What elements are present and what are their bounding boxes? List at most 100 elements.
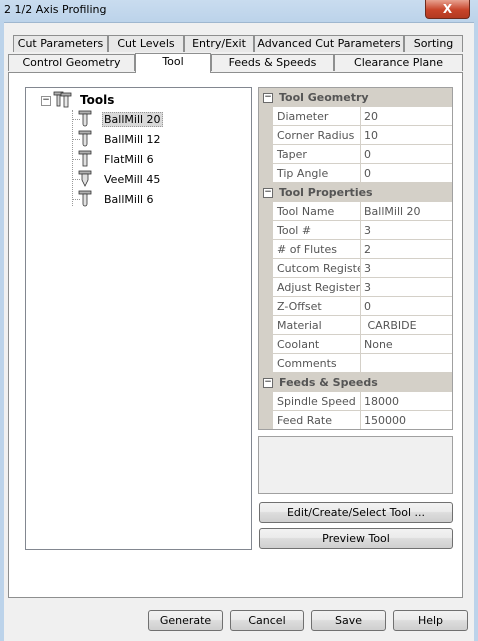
property-value[interactable]: 3 xyxy=(361,278,452,297)
help-button[interactable]: Help xyxy=(393,610,468,631)
veemill-icon xyxy=(77,170,93,188)
tab-control-geometry[interactable]: Control Geometry xyxy=(8,54,135,71)
tab-tool[interactable]: Tool xyxy=(135,53,211,73)
property-value[interactable]: None xyxy=(361,335,452,354)
property-name: Z-Offset xyxy=(273,297,361,316)
tab-clearance-plane[interactable]: Clearance Plane xyxy=(334,54,463,71)
property-value[interactable]: 0 xyxy=(361,145,452,164)
tools-folder-icon xyxy=(53,91,73,109)
property-name: Material xyxy=(273,316,361,335)
window-frame-right xyxy=(474,22,478,641)
property-value[interactable]: 0 xyxy=(361,164,452,183)
grid-gutter xyxy=(259,354,273,373)
grid-gutter xyxy=(259,164,273,183)
property-material[interactable]: Material CARBIDE xyxy=(259,316,452,335)
property-value[interactable]: BallMill 20 xyxy=(361,202,452,221)
property-tool-name[interactable]: Tool Name BallMill 20 xyxy=(259,202,452,221)
tree-item-label: BallMill 6 xyxy=(104,193,154,206)
property-diameter[interactable]: Diameter 20 xyxy=(259,107,452,126)
preview-tool-button[interactable]: Preview Tool xyxy=(259,528,453,549)
property-value[interactable] xyxy=(361,354,452,373)
property-taper[interactable]: Taper 0 xyxy=(259,145,452,164)
property-value[interactable]: 3 xyxy=(361,221,452,240)
grid-gutter xyxy=(259,278,273,297)
tree-item-label: BallMill 20 xyxy=(102,112,163,127)
collapse-toggle[interactable]: − xyxy=(41,96,51,106)
collapse-icon[interactable]: − xyxy=(263,188,273,198)
category-tool-properties[interactable]: − Tool Properties xyxy=(259,183,452,202)
window-title: 2 1/2 Axis Profiling xyxy=(4,3,107,16)
property-flutes[interactable]: # of Flutes 2 xyxy=(259,240,452,259)
tab-cut-levels[interactable]: Cut Levels xyxy=(108,35,184,52)
property-name: # of Flutes xyxy=(273,240,361,259)
grid-gutter xyxy=(259,316,273,335)
property-value[interactable]: 0 xyxy=(361,297,452,316)
property-coolant[interactable]: Coolant None xyxy=(259,335,452,354)
tree-item-label: FlatMill 6 xyxy=(104,153,154,166)
property-value[interactable]: 150000 xyxy=(361,411,452,429)
grid-gutter xyxy=(259,411,273,429)
ballmill-icon xyxy=(77,130,93,148)
property-name: Cutcom Registe xyxy=(273,259,361,278)
property-value[interactable]: 20 xyxy=(361,107,452,126)
property-cutcom-register[interactable]: Cutcom Registe 3 xyxy=(259,259,452,278)
collapse-icon[interactable]: − xyxy=(263,378,273,388)
property-tip-angle[interactable]: Tip Angle 0 xyxy=(259,164,452,183)
grid-gutter xyxy=(259,297,273,316)
tab-sorting[interactable]: Sorting xyxy=(404,35,463,52)
category-label: Feeds & Speeds xyxy=(279,376,378,389)
property-name: Tip Angle xyxy=(273,164,361,183)
category-label: Tool Properties xyxy=(279,186,373,199)
ballmill-icon xyxy=(77,190,93,208)
grid-gutter xyxy=(259,221,273,240)
category-feeds-speeds[interactable]: − Feeds & Speeds xyxy=(259,373,452,392)
tree-item-label: BallMill 12 xyxy=(104,133,161,146)
tab-entry-exit[interactable]: Entry/Exit xyxy=(184,35,254,52)
property-value[interactable]: 3 xyxy=(361,259,452,278)
grid-gutter xyxy=(259,335,273,354)
tree-connector xyxy=(72,110,73,206)
property-value[interactable]: 18000 xyxy=(361,392,452,411)
tool-tree[interactable]: − Tools BallMill 20 BallMill 12 FlatMill… xyxy=(25,87,252,550)
property-adjust-register[interactable]: Adjust Register 3 xyxy=(259,278,452,297)
property-name: Comments xyxy=(273,354,361,373)
property-value[interactable]: 2 xyxy=(361,240,452,259)
property-z-offset[interactable]: Z-Offset 0 xyxy=(259,297,452,316)
property-value[interactable]: CARBIDE xyxy=(361,316,452,335)
property-corner-radius[interactable]: Corner Radius 10 xyxy=(259,126,452,145)
property-name: Corner Radius xyxy=(273,126,361,145)
edit-create-select-tool-button[interactable]: Edit/Create/Select Tool ... xyxy=(259,502,453,523)
tree-item-label: VeeMill 45 xyxy=(104,173,161,186)
collapse-icon[interactable]: − xyxy=(263,93,273,103)
cancel-button[interactable]: Cancel xyxy=(230,610,304,631)
property-feed-rate[interactable]: Feed Rate 150000 xyxy=(259,411,452,429)
close-button[interactable]: X xyxy=(425,0,470,19)
ballmill-icon xyxy=(77,110,93,128)
tool-property-grid[interactable]: − Tool Geometry Diameter 20 Corner Radiu… xyxy=(258,87,453,430)
property-name: Taper xyxy=(273,145,361,164)
property-name: Tool # xyxy=(273,221,361,240)
property-spindle-speed[interactable]: Spindle Speed 18000 xyxy=(259,392,452,411)
grid-gutter xyxy=(259,145,273,164)
save-button[interactable]: Save xyxy=(311,610,386,631)
title-bar: 2 1/2 Axis Profiling X xyxy=(0,0,478,23)
property-name: Diameter xyxy=(273,107,361,126)
property-comments[interactable]: Comments xyxy=(259,354,452,373)
property-name: Coolant xyxy=(273,335,361,354)
property-value[interactable]: 10 xyxy=(361,126,452,145)
tree-root-label[interactable]: Tools xyxy=(80,93,114,107)
property-name: Spindle Speed xyxy=(273,392,361,411)
property-description-pane xyxy=(258,436,453,494)
tab-cut-parameters[interactable]: Cut Parameters xyxy=(13,35,108,52)
property-name: Adjust Register xyxy=(273,278,361,297)
property-tool-number[interactable]: Tool # 3 xyxy=(259,221,452,240)
tab-advanced-cut-parameters[interactable]: Advanced Cut Parameters xyxy=(254,35,404,52)
grid-gutter xyxy=(259,107,273,126)
tab-feeds-speeds[interactable]: Feeds & Speeds xyxy=(211,54,334,71)
category-tool-geometry[interactable]: − Tool Geometry xyxy=(259,88,452,107)
grid-gutter xyxy=(259,259,273,278)
grid-gutter xyxy=(259,240,273,259)
grid-gutter xyxy=(259,392,273,411)
property-name: Feed Rate xyxy=(273,411,361,429)
generate-button[interactable]: Generate xyxy=(148,610,223,631)
